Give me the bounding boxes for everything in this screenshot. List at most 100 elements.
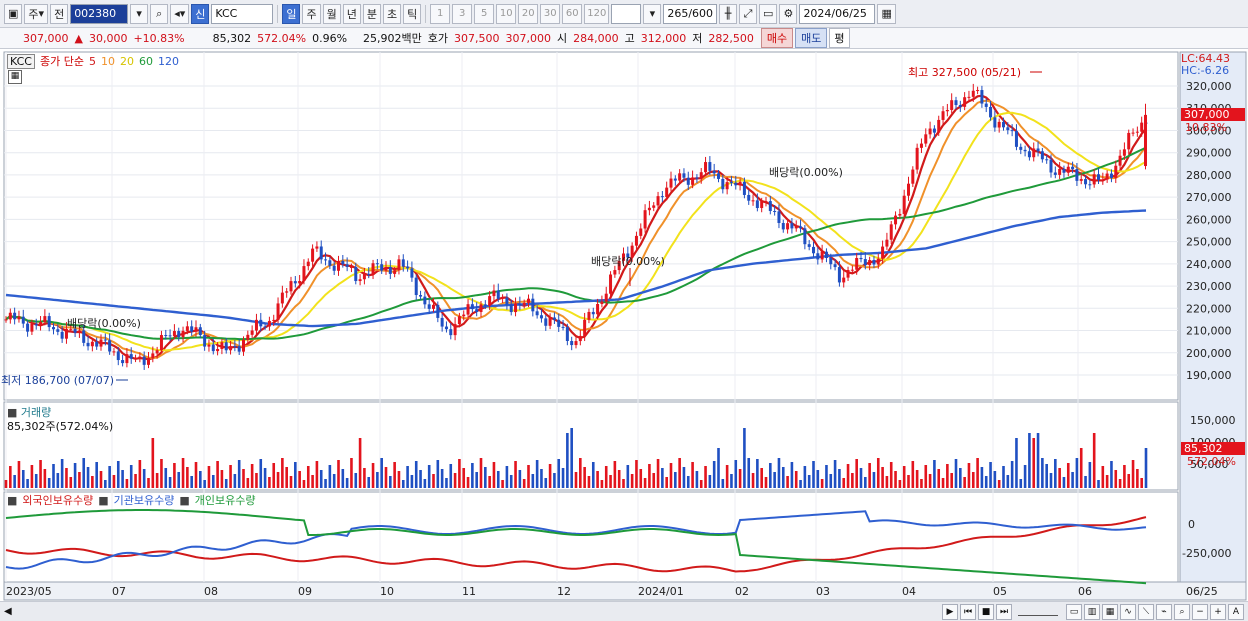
- candle-body: [86, 342, 90, 347]
- volume-bar: [963, 477, 966, 488]
- prev-button[interactable]: 전: [50, 3, 69, 24]
- up-arrow-icon: ▲: [74, 31, 83, 45]
- tab-day[interactable]: 일: [282, 3, 301, 24]
- stock-code-input[interactable]: 002380: [70, 3, 129, 24]
- avg-button[interactable]: 평: [829, 28, 850, 48]
- speaker-icon[interactable]: ◂▾: [170, 3, 190, 24]
- search-icon[interactable]: ⌕: [1174, 603, 1190, 620]
- volume-y-tick: 150,000: [1190, 414, 1236, 427]
- zoom-icon[interactable]: ⤢: [739, 3, 758, 24]
- interval-button[interactable]: 20: [518, 3, 539, 24]
- tab-tick[interactable]: 틱: [403, 3, 422, 24]
- scroll-right-icon[interactable]: ▶: [942, 603, 958, 620]
- candle-body: [142, 356, 146, 365]
- last-page-icon[interactable]: ⏭: [996, 603, 1012, 620]
- candle-body: [816, 253, 820, 260]
- search-icon[interactable]: ⌕: [150, 3, 169, 24]
- zoom-out-icon[interactable]: −: [1192, 603, 1208, 620]
- interval-button[interactable]: 120: [584, 3, 610, 24]
- candle-body: [393, 270, 397, 274]
- volume-bar: [760, 468, 763, 488]
- bar-count-field[interactable]: 265/600: [663, 3, 718, 24]
- tab-week[interactable]: 주: [302, 3, 321, 24]
- trade-amount: 25,902백만: [363, 32, 422, 45]
- candle-body: [691, 177, 695, 185]
- candle-body: [203, 335, 207, 347]
- volume-bar: [773, 472, 776, 488]
- scroll-left-icon[interactable]: ◀: [4, 606, 12, 617]
- volume-bar: [907, 475, 910, 488]
- sell-button[interactable]: 매도: [795, 28, 828, 48]
- buy-button[interactable]: 매수: [760, 28, 794, 48]
- candle-body: [1079, 179, 1083, 181]
- chart-area[interactable]: 320,000310,000300,000290,000280,000270,0…: [0, 50, 1248, 601]
- candle-body: [242, 339, 245, 352]
- zoom-slider[interactable]: [1018, 607, 1058, 616]
- ticker-tag[interactable]: KCC: [7, 53, 35, 69]
- scroll-bar[interactable]: ◀ ▶ ⏮ ■ ⏭ ▭ ▥ ▦ ∿ ⟍ ⌁ ⌕ − + A: [0, 601, 1248, 621]
- interval-button[interactable]: 3: [452, 3, 473, 24]
- volume-bar: [358, 438, 362, 488]
- candle-body: [332, 265, 336, 271]
- chevron-down-icon[interactable]: ▾: [643, 3, 662, 24]
- candle-icon[interactable]: ╫: [719, 3, 738, 24]
- grid-toggle-icon[interactable]: ▦: [8, 70, 22, 84]
- layout-icon[interactable]: ▥: [1084, 603, 1100, 620]
- tab-minute[interactable]: 분: [362, 3, 381, 24]
- interval-button[interactable]: 10: [496, 3, 517, 24]
- holding-y-tick: 0: [1188, 518, 1195, 531]
- candle-body: [527, 298, 530, 303]
- volume-panel-frame: [3, 401, 1179, 491]
- candle-body: [907, 183, 910, 196]
- draw-tool-icon[interactable]: ⟍: [1138, 603, 1154, 620]
- stock-name-field[interactable]: KCC: [211, 3, 274, 24]
- volume-bar: [350, 458, 353, 488]
- candle-body: [52, 327, 55, 330]
- first-page-icon[interactable]: ⏮: [960, 603, 976, 620]
- volume-bar: [259, 459, 263, 488]
- save-icon[interactable]: ▭: [759, 3, 778, 24]
- layout-icon[interactable]: ▭: [1066, 603, 1082, 620]
- candle-body: [1040, 151, 1044, 160]
- interval-input[interactable]: [611, 3, 642, 24]
- candle-body: [963, 97, 967, 107]
- chevron-down-icon[interactable]: ▾: [130, 3, 149, 24]
- candle-body: [669, 178, 673, 188]
- candle-body: [842, 277, 846, 283]
- volume-bar: [285, 467, 288, 488]
- zoom-in-icon[interactable]: +: [1210, 603, 1226, 620]
- volume-bar: [889, 462, 893, 488]
- draw-tool-icon[interactable]: ⌁: [1156, 603, 1172, 620]
- candle-body: [755, 200, 759, 209]
- interval-button[interactable]: 1: [430, 3, 451, 24]
- volume-bar: [665, 477, 668, 488]
- tab-month[interactable]: 월: [322, 3, 341, 24]
- y-tick-label: 240,000: [1186, 258, 1232, 271]
- volume-bar: [738, 469, 742, 488]
- stop-icon[interactable]: ■: [978, 603, 994, 620]
- tab-year[interactable]: 년: [342, 3, 361, 24]
- interval-button[interactable]: 5: [474, 3, 495, 24]
- interval-button[interactable]: 30: [540, 3, 561, 24]
- candle-body: [39, 322, 43, 326]
- volume-bar: [898, 480, 902, 488]
- interval-button[interactable]: 60: [562, 3, 583, 24]
- gear-icon[interactable]: ⚙: [779, 3, 798, 24]
- candle-body: [868, 260, 872, 266]
- date-field[interactable]: 2024/06/25: [799, 3, 876, 24]
- period-select[interactable]: 주 ▾: [24, 3, 49, 24]
- font-size-icon[interactable]: A: [1228, 603, 1244, 620]
- tab-second[interactable]: 초: [382, 3, 402, 24]
- volume-bar: [17, 461, 21, 488]
- candle-body: [453, 324, 457, 336]
- volume-bar: [91, 476, 94, 488]
- volume-bar: [514, 461, 517, 488]
- candle-body: [341, 260, 345, 265]
- calendar-icon[interactable]: ▦: [877, 3, 896, 24]
- volume-bar: [155, 473, 159, 488]
- candle-body: [1097, 174, 1100, 180]
- window-icon[interactable]: ▣: [4, 3, 23, 24]
- volume-bar: [756, 459, 759, 488]
- draw-tool-icon[interactable]: ∿: [1120, 603, 1136, 620]
- layout-icon[interactable]: ▦: [1102, 603, 1118, 620]
